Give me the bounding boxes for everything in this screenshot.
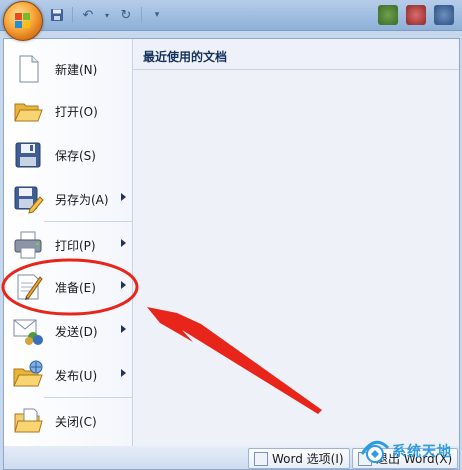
undo-icon: ↶ — [82, 7, 94, 23]
menu-item-label: 关闭(C) — [55, 414, 97, 429]
save-icon — [51, 9, 63, 21]
undo-dropdown[interactable]: ▾ — [103, 6, 111, 24]
ribbon-partial — [372, 2, 462, 28]
menu-item-label: 打开(O) — [55, 104, 98, 119]
new-document-icon — [12, 53, 44, 85]
options-icon — [254, 451, 268, 466]
word-options-button[interactable]: Word 选项(I) — [248, 448, 350, 469]
watermark-logo-icon — [360, 440, 390, 463]
repeat-icon: ↻ — [120, 7, 132, 23]
publish-folder-icon — [12, 359, 44, 391]
close-folder-icon — [12, 405, 44, 437]
save-as-icon — [12, 183, 44, 215]
menu-item-save-as[interactable]: 另存为(A) — [8, 179, 132, 219]
menu-item-label: 另存为(A) — [55, 192, 109, 207]
menu-item-save[interactable]: 保存(S) — [8, 135, 132, 175]
ribbon-icon — [434, 5, 454, 25]
menu-item-print[interactable]: 打印(P) — [8, 225, 132, 265]
menu-item-label: 发布(U) — [55, 368, 98, 383]
office-logo-icon — [15, 13, 31, 29]
prepare-document-icon — [12, 271, 44, 303]
menu-item-label: 保存(S) — [55, 148, 96, 163]
redo-button[interactable]: ↻ — [117, 6, 135, 24]
menu-item-label: 准备(E) — [55, 280, 96, 295]
menu-divider — [44, 397, 132, 398]
menu-item-label: 新建(N) — [55, 62, 98, 77]
ribbon-icon — [378, 5, 398, 25]
recent-documents-pane: 最近使用的文档 — [133, 39, 459, 447]
menu-commands: 新建(N) 打开(O) 保存(S) 另存为(A) 打印(P) 准备(E) 发送(… — [4, 39, 133, 447]
toolbar-divider — [141, 7, 142, 23]
office-button[interactable] — [3, 1, 43, 41]
send-mail-icon — [12, 315, 44, 347]
menu-item-publish[interactable]: 发布(U) — [8, 355, 132, 395]
menu-item-close[interactable]: 关闭(C) — [8, 401, 132, 441]
menu-item-label: 打印(P) — [55, 238, 96, 253]
quick-access-toolbar: ↶ ▾ ↻ ▾ — [48, 4, 166, 26]
save-disk-icon — [12, 139, 44, 171]
word-options-label: Word 选项(I) — [272, 452, 344, 466]
office-menu: 新建(N) 打开(O) 保存(S) 另存为(A) 打印(P) 准备(E) 发送(… — [3, 38, 460, 448]
toolbar-divider — [72, 7, 73, 23]
title-bar: ↶ ▾ ↻ ▾ — [0, 0, 462, 31]
submenu-arrow-icon — [121, 239, 126, 247]
customize-toolbar-button[interactable]: ▾ — [148, 6, 166, 24]
submenu-arrow-icon — [121, 325, 126, 333]
menu-item-prepare[interactable]: 准备(E) — [8, 267, 132, 307]
watermark: 系统天地 — [352, 434, 462, 468]
submenu-arrow-icon — [121, 369, 126, 377]
submenu-arrow-icon — [121, 281, 126, 289]
menu-divider — [44, 221, 132, 222]
printer-icon — [12, 229, 44, 261]
submenu-arrow-icon — [121, 193, 126, 201]
save-quick-button[interactable] — [48, 6, 66, 24]
ribbon-icon — [406, 5, 426, 25]
menu-item-label: 发送(D) — [55, 324, 98, 339]
menu-item-send[interactable]: 发送(D) — [8, 311, 132, 351]
open-folder-icon — [12, 95, 44, 127]
watermark-text: 系统天地 — [392, 444, 452, 460]
recent-documents-title: 最近使用的文档 — [143, 50, 228, 64]
menu-item-new[interactable]: 新建(N) — [8, 49, 132, 89]
recent-documents-header: 最近使用的文档 — [133, 39, 459, 70]
undo-button[interactable]: ↶ — [79, 6, 97, 24]
menu-item-open[interactable]: 打开(O) — [8, 91, 132, 131]
